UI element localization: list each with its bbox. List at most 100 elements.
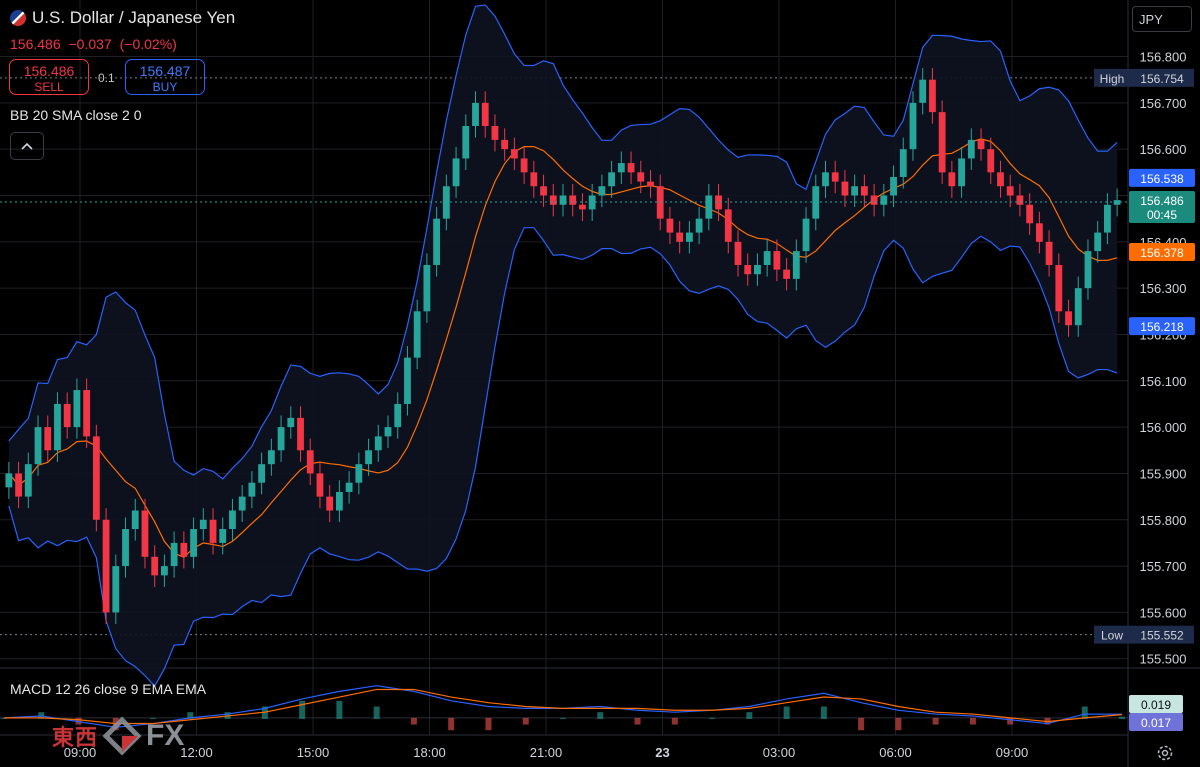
candle-body [530, 172, 538, 187]
y-tick-label: 156.700 [1140, 96, 1187, 111]
macd-histogram-bar [634, 717, 641, 725]
macd-histogram-bar [969, 717, 976, 725]
price-change: −0.037 [68, 36, 112, 52]
price-change-line: 156.486 −0.037 (−0.02%) [10, 36, 181, 52]
candle-body [608, 172, 616, 187]
high-value: 156.754 [1140, 72, 1184, 86]
logo-kanji: 東西 [52, 725, 99, 750]
macd-histogram-bar [783, 706, 790, 719]
candle-body [637, 172, 645, 182]
candle-body [365, 450, 372, 465]
macd-histogram-bar [709, 717, 716, 719]
bar-countdown: 00:45 [1147, 208, 1177, 222]
candle-body [413, 311, 421, 358]
macd-histogram-bar [448, 717, 455, 731]
logo-diamond-icon [102, 716, 142, 756]
candle-body [851, 186, 859, 196]
candle-body [63, 403, 71, 428]
macd-histogram-bar [932, 717, 939, 725]
sell-button[interactable]: 156.486 SELL [9, 59, 89, 95]
symbol-title: U.S. Dollar / Japanese Yen [32, 8, 236, 27]
bb-basis-value: 156.378 [1140, 246, 1184, 260]
candle-body [112, 566, 120, 613]
chevron-up-icon [21, 142, 33, 150]
macd-histogram-bar [746, 712, 753, 719]
candle-body [647, 181, 654, 187]
x-tick-label: 18:00 [413, 745, 446, 760]
candle-body [209, 519, 217, 543]
macd-histogram-bar [522, 717, 529, 725]
x-tick-label: 12:00 [180, 745, 213, 760]
candle-body [122, 529, 129, 567]
candle-body [258, 464, 266, 483]
candle-body [676, 232, 684, 242]
bb-lower-value: 156.218 [1140, 320, 1184, 334]
candle-body [744, 264, 752, 275]
candle-body [102, 519, 110, 613]
candle-body [948, 172, 956, 187]
candle-body [783, 269, 791, 279]
y-tick-label: 156.000 [1140, 420, 1187, 435]
candle-body [540, 186, 547, 196]
candle-body [384, 427, 392, 437]
last-price: 156.486 [10, 36, 61, 52]
candle-body [1094, 232, 1102, 252]
candle-body [792, 251, 800, 279]
symbol-title-row[interactable]: U.S. Dollar / Japanese Yen [10, 8, 235, 28]
candle-body [685, 232, 693, 242]
x-tick-label: 15:00 [297, 745, 330, 760]
candle-body [1104, 204, 1111, 233]
candle-body [831, 172, 839, 182]
candle-body [24, 464, 32, 497]
macd-histogram-bar [410, 717, 417, 725]
candle-body [1055, 264, 1063, 312]
candle-body [773, 251, 781, 270]
x-tick-label: 06:00 [879, 745, 912, 760]
candle-body [54, 403, 61, 451]
sell-price: 156.486 [23, 63, 75, 79]
candle-body [870, 195, 878, 205]
candle-body [374, 436, 382, 451]
gear-icon[interactable] [1155, 743, 1175, 763]
macd-histogram-bar [373, 706, 380, 719]
candle-body [1006, 186, 1014, 196]
candle-body [841, 181, 849, 196]
candle-body [860, 186, 868, 196]
y-tick-label: 155.600 [1140, 605, 1187, 620]
y-tick-label: 156.600 [1140, 142, 1187, 157]
macd-histogram-bar [485, 717, 492, 731]
candle-body [579, 204, 586, 210]
buy-button[interactable]: 156.487 BUY [125, 59, 205, 95]
candle-body [83, 390, 91, 437]
candle-body [92, 436, 100, 520]
signal-value: 0.017 [1141, 716, 1171, 730]
candle-body [287, 417, 295, 428]
candle-body [569, 195, 577, 205]
collapse-indicators-button[interactable] [10, 132, 44, 160]
macd-histogram-bar [597, 712, 604, 719]
candle-body [822, 172, 829, 187]
currency-selector[interactable]: JPY [1132, 6, 1192, 32]
candle-body [15, 473, 22, 497]
candle-body [695, 218, 703, 233]
bollinger-indicator-label[interactable]: BB 20 SMA close 2 0 [10, 107, 142, 123]
candle-body [151, 556, 159, 576]
x-tick-label: 21:00 [530, 745, 563, 760]
candle-body [34, 427, 42, 465]
macd-indicator-label[interactable]: MACD 12 26 close 9 EMA EMA [10, 681, 206, 697]
candle-body [549, 195, 557, 205]
macd-histogram-bar [895, 717, 902, 731]
candle-body [267, 450, 275, 465]
sell-label: SELL [34, 80, 64, 94]
candle-body [335, 491, 343, 511]
candle-body [1065, 311, 1072, 326]
candle-body [1026, 204, 1034, 224]
buy-label: BUY [152, 80, 178, 94]
broker-logo: 東西 FX [52, 716, 184, 756]
y-tick-label: 156.300 [1140, 281, 1187, 296]
candle-body [666, 218, 674, 233]
candle-body [763, 251, 771, 265]
candle-body [238, 496, 246, 511]
candle-body [44, 427, 52, 451]
x-tick-label: 23 [655, 745, 669, 760]
